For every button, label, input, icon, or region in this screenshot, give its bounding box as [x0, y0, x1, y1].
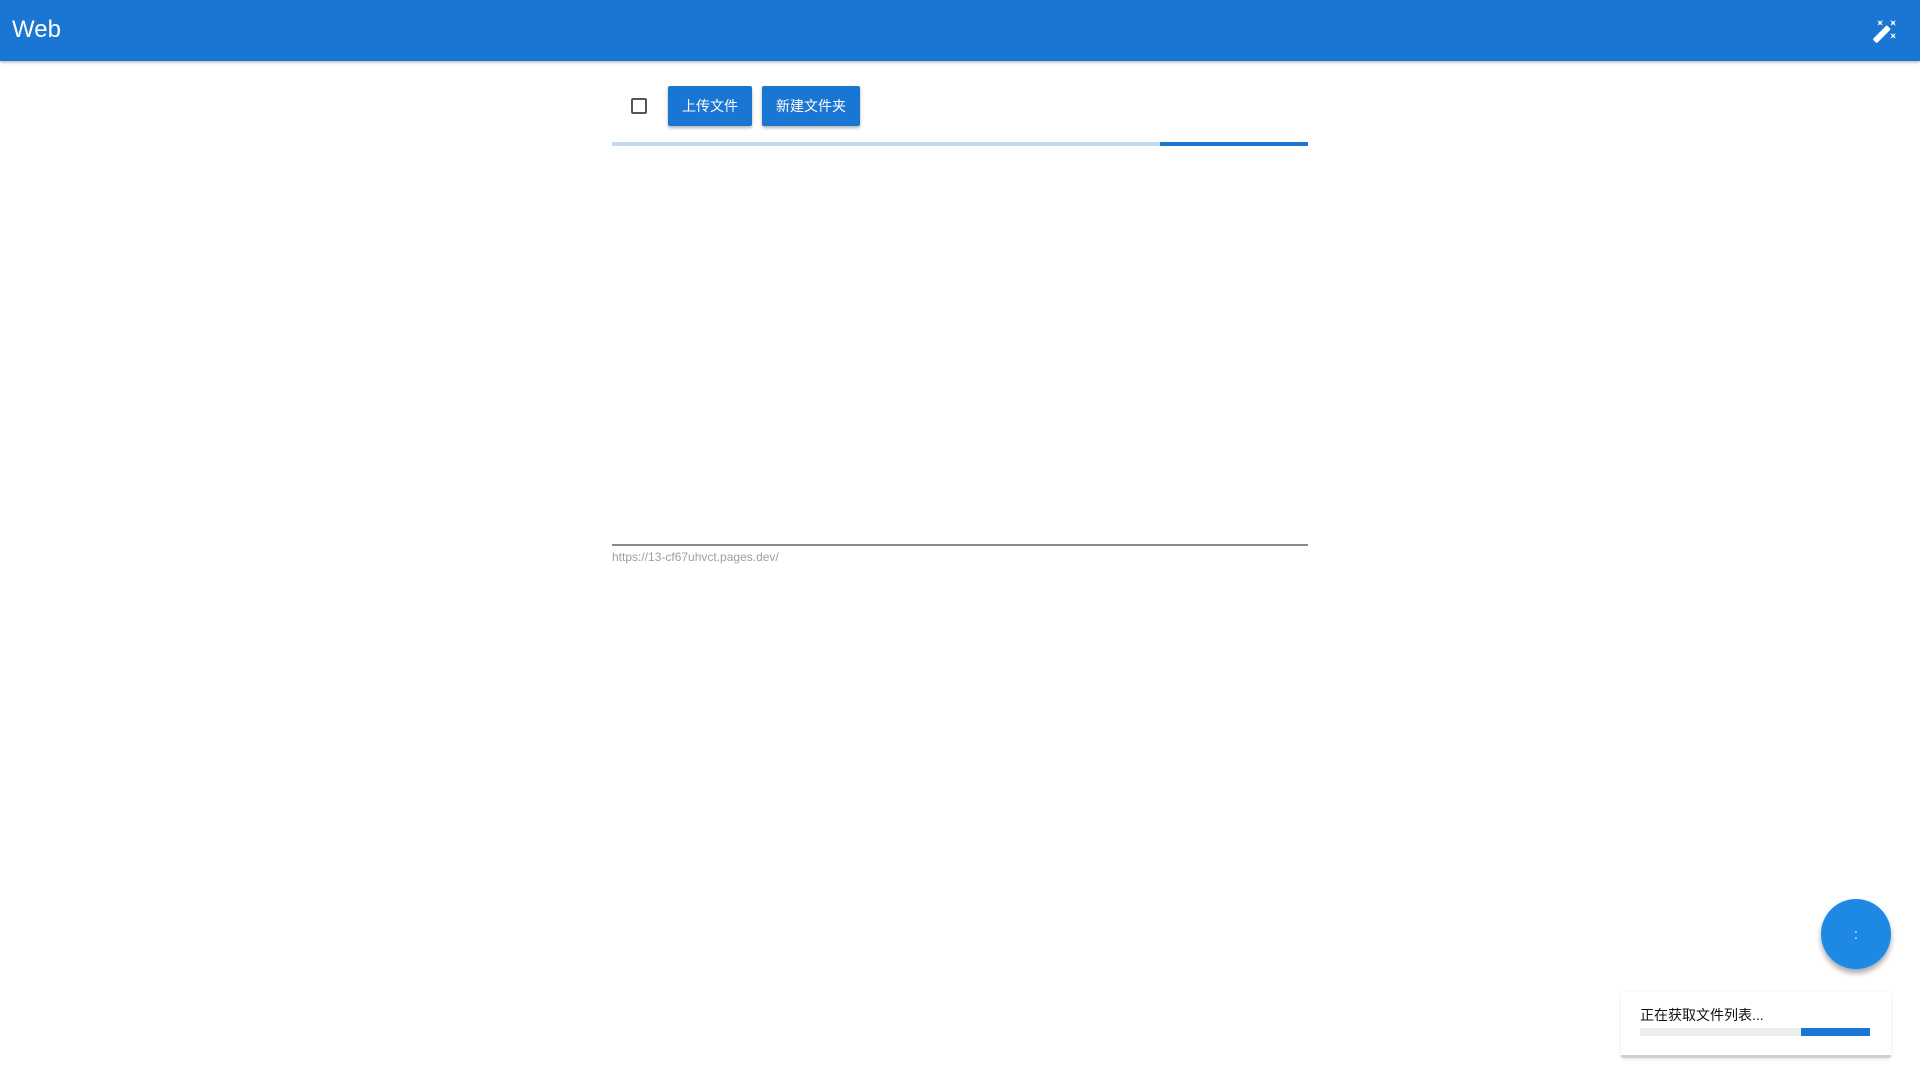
- new-folder-button[interactable]: 新建文件夹: [762, 86, 860, 126]
- toast-progress-fill: [1801, 1028, 1870, 1036]
- theme-toggle-icon: [1873, 20, 1896, 43]
- url-value: https://13-cf67uhvct.pages.dev/: [612, 550, 779, 564]
- app-title: Web: [12, 16, 61, 43]
- app-bar: Web: [0, 0, 1920, 61]
- file-list-area: [612, 146, 1308, 546]
- toast-message: 正在获取文件列表...: [1640, 1007, 1764, 1023]
- file-toolbar: 上传文件 新建文件夹: [612, 86, 870, 126]
- theme-toggle-button[interactable]: [1870, 16, 1900, 46]
- upload-file-button[interactable]: 上传文件: [668, 86, 752, 126]
- url-field[interactable]: https://13-cf67uhvct.pages.dev/: [612, 544, 1308, 564]
- loading-toast: 正在获取文件列表...: [1621, 992, 1891, 1058]
- floating-action-button[interactable]: :: [1821, 899, 1891, 969]
- select-all-checkbox[interactable]: [631, 98, 647, 114]
- toast-progress-bar: [1640, 1028, 1870, 1036]
